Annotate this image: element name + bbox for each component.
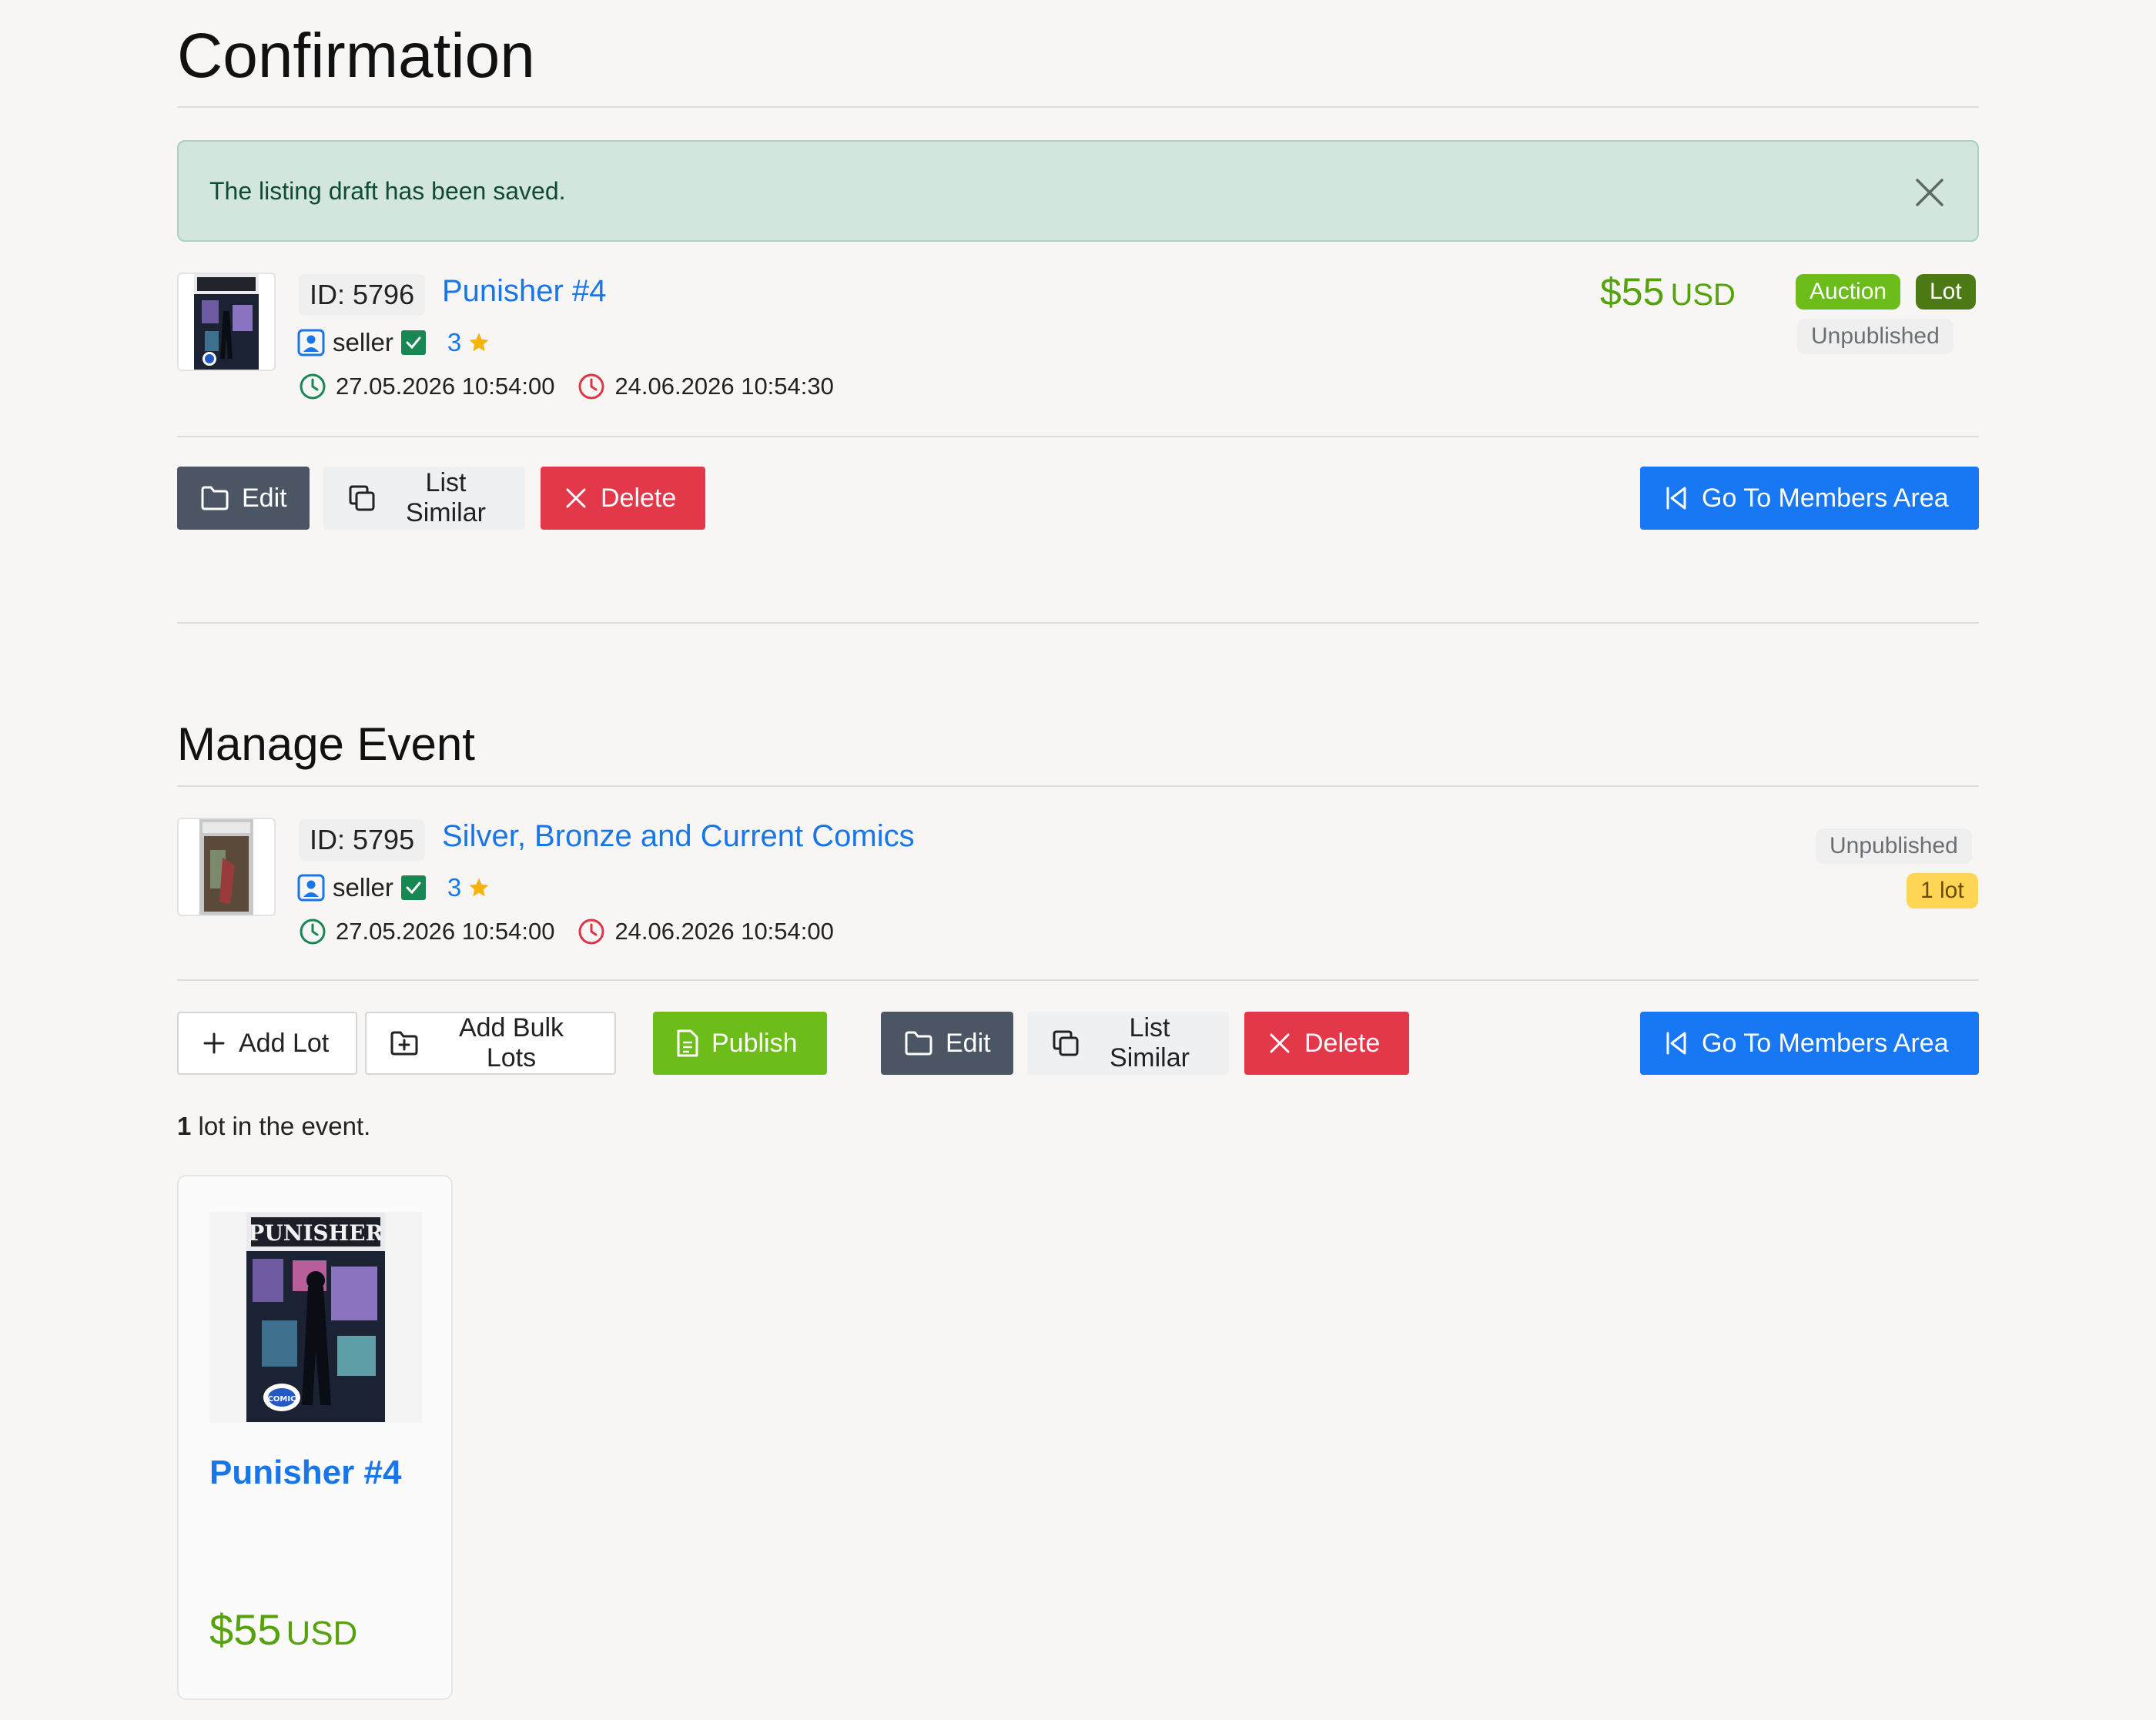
lot-card-title[interactable]: Punisher #4 xyxy=(209,1454,401,1492)
page-title: Confirmation xyxy=(177,21,535,91)
plus-icon xyxy=(203,1032,225,1054)
start-date-text: 27.05.2026 10:54:00 xyxy=(336,373,555,400)
lot-badge: Lot xyxy=(1916,274,1976,310)
clock-icon xyxy=(300,919,326,945)
event-seller-name[interactable]: seller xyxy=(333,873,393,902)
svg-text:COMIC: COMIC xyxy=(268,1395,296,1404)
event-end-date: 24.06.2026 10:54:00 xyxy=(578,918,834,945)
lot-card-price: $55 USD xyxy=(209,1605,357,1655)
user-square-icon xyxy=(297,874,325,902)
event-dates-row: 27.05.2026 10:54:00 24.06.2026 10:54:00 xyxy=(299,918,857,945)
listing-title-link[interactable]: Punisher #4 xyxy=(442,274,606,309)
lot-card-price-amount: $55 xyxy=(209,1605,282,1654)
status-badge: Unpublished xyxy=(1797,319,1953,354)
add-lot-label: Add Lot xyxy=(239,1028,330,1058)
event-end-date-text: 24.06.2026 10:54:00 xyxy=(614,918,834,945)
add-bulk-lots-button[interactable]: Add Bulk Lots xyxy=(365,1012,616,1075)
go-to-members-area-button[interactable]: Go To Members Area xyxy=(1640,467,1979,530)
close-icon[interactable] xyxy=(1913,176,1947,209)
x-icon xyxy=(566,488,586,508)
delete-label: Delete xyxy=(601,483,677,513)
event-thumbnail[interactable] xyxy=(177,818,276,916)
clock-icon xyxy=(300,373,326,400)
folder-icon xyxy=(201,486,229,510)
lot-count-suffix: lot in the event. xyxy=(191,1112,371,1140)
title-divider xyxy=(177,106,1979,108)
event-list-similar-button[interactable]: List Similar xyxy=(1027,1012,1229,1075)
listing-price: $55 USD xyxy=(1600,269,1736,314)
event-seller-row: seller 3 xyxy=(297,873,490,902)
comic-cover-image: PUNISHER COMIC xyxy=(246,1213,385,1422)
end-date: 24.06.2026 10:54:30 xyxy=(578,373,834,400)
add-lot-button[interactable]: Add Lot xyxy=(177,1012,357,1075)
alert-message: The listing draft has been saved. xyxy=(209,176,566,205)
lot-card[interactable]: PUNISHER COMIC Punisher #4 $55 USD xyxy=(177,1175,453,1700)
folder-icon xyxy=(905,1031,932,1056)
event-edit-label: Edit xyxy=(946,1028,991,1058)
comic-cover-image xyxy=(194,274,259,370)
manage-event-title: Manage Event xyxy=(177,718,475,770)
lot-count-number: 1 xyxy=(177,1112,192,1140)
seller-name[interactable]: seller xyxy=(333,328,393,357)
event-delete-button[interactable]: Delete xyxy=(1244,1012,1409,1075)
svg-text:PUNISHER: PUNISHER xyxy=(248,1220,383,1246)
event-title-link[interactable]: Silver, Bronze and Current Comics xyxy=(442,819,915,854)
delete-button[interactable]: Delete xyxy=(541,467,705,530)
price-currency: USD xyxy=(1670,278,1736,312)
members-label: Go To Members Area xyxy=(1702,483,1949,513)
edit-button[interactable]: Edit xyxy=(177,467,310,530)
lot-card-image[interactable]: PUNISHER COMIC xyxy=(209,1212,422,1423)
add-bulk-lots-label: Add Bulk Lots xyxy=(458,1013,564,1072)
auction-badge: Auction xyxy=(1796,274,1901,310)
event-members-label: Go To Members Area xyxy=(1702,1028,1949,1058)
success-alert: The listing draft has been saved. xyxy=(177,140,1979,242)
folder-plus-icon xyxy=(390,1031,418,1056)
price-amount: $55 xyxy=(1600,270,1665,313)
listing-thumbnail[interactable] xyxy=(177,273,276,371)
listing-dates-row: 27.05.2026 10:54:00 24.06.2026 10:54:30 xyxy=(299,373,857,400)
start-date: 27.05.2026 10:54:00 xyxy=(299,373,554,400)
star-icon xyxy=(469,333,489,352)
lot-card-price-currency: USD xyxy=(286,1615,358,1652)
star-icon xyxy=(469,878,489,897)
event-seller-rating[interactable]: 3 xyxy=(447,873,490,902)
check-square-icon xyxy=(400,875,426,900)
end-date-text: 24.06.2026 10:54:30 xyxy=(614,373,834,400)
event-status-badge: Unpublished xyxy=(1816,828,1972,864)
listing-divider xyxy=(177,436,1979,437)
event-start-date: 27.05.2026 10:54:00 xyxy=(299,918,554,945)
event-list-similar-label: List Similar xyxy=(1110,1013,1190,1072)
seller-rating[interactable]: 3 xyxy=(447,328,490,357)
skip-back-icon xyxy=(1666,1032,1686,1055)
event-delete-label: Delete xyxy=(1304,1028,1381,1058)
clock-icon xyxy=(578,919,604,945)
event-divider xyxy=(177,979,1979,981)
clock-icon xyxy=(578,373,604,400)
document-icon xyxy=(677,1029,698,1057)
copy-icon xyxy=(1053,1030,1079,1056)
check-square-icon xyxy=(400,330,426,355)
list-similar-label: List Similar xyxy=(406,468,486,527)
section-divider xyxy=(177,622,1979,624)
publish-button[interactable]: Publish xyxy=(653,1012,827,1075)
event-cover-image xyxy=(199,819,253,915)
list-similar-button[interactable]: List Similar xyxy=(323,467,525,530)
event-edit-button[interactable]: Edit xyxy=(881,1012,1013,1075)
lot-count-text: 1 lot in the event. xyxy=(177,1112,370,1141)
edit-label: Edit xyxy=(242,483,287,513)
skip-back-icon xyxy=(1666,487,1686,510)
event-start-date-text: 27.05.2026 10:54:00 xyxy=(336,918,555,945)
lot-count-badge: 1 lot xyxy=(1907,873,1978,909)
event-id: ID: 5795 xyxy=(299,819,426,861)
listing-seller-row: seller 3 xyxy=(297,328,490,357)
user-square-icon xyxy=(297,329,325,356)
copy-icon xyxy=(349,485,375,511)
listing-id: ID: 5796 xyxy=(299,274,426,316)
x-icon xyxy=(1270,1033,1290,1053)
publish-label: Publish xyxy=(711,1028,798,1058)
rating-value: 3 xyxy=(447,328,462,356)
event-go-to-members-area-button[interactable]: Go To Members Area xyxy=(1640,1012,1979,1075)
event-rating-value: 3 xyxy=(447,873,462,902)
manage-title-divider xyxy=(177,785,1979,787)
